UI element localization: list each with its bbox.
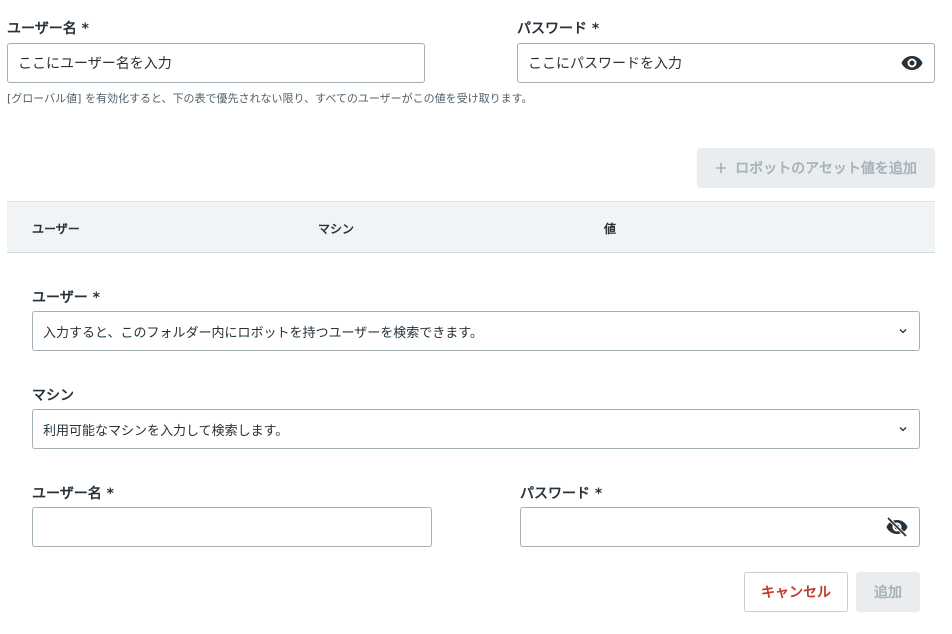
global-password-label: パスワード * [517, 21, 600, 37]
column-header-user: ユーザー [32, 222, 80, 236]
machine-select[interactable]: 利用可能なマシンを入力して検索します。 [32, 409, 920, 449]
row-username-input[interactable] [32, 507, 432, 547]
global-username-text: ここにユーザー名を入力 [18, 56, 172, 72]
machine-select-placeholder: 利用可能なマシンを入力して検索します。 [43, 423, 289, 439]
row-username-label: ユーザー名 * [32, 486, 114, 502]
chevron-down-icon [899, 427, 907, 432]
user-label: ユーザー * [32, 290, 100, 306]
row-password-label: パスワード * [520, 486, 603, 502]
global-password-input[interactable]: ここにパスワードを入力 [517, 43, 935, 83]
eye-icon[interactable] [900, 51, 924, 75]
column-header-value: 値 [604, 222, 617, 236]
column-header-machine: マシン [318, 222, 355, 236]
cancel-button[interactable]: キャンセル [744, 572, 848, 612]
user-select[interactable]: 入力すると、このフォルダー内にロボットを持つユーザーを検索できます。 [32, 311, 920, 351]
table-header: ユーザー マシン 値 [7, 201, 935, 253]
machine-label: マシン [32, 388, 74, 404]
global-username-input[interactable]: ここにユーザー名を入力 [7, 43, 425, 83]
add-robot-asset-value-label: ロボットのアセット値を追加 [735, 161, 917, 177]
global-username-label: ユーザー名 * [7, 21, 89, 37]
global-value-hint: [グローバル値] を有効化すると、下の表で優先されない限り、すべてのユーザーがこ… [7, 92, 533, 105]
add-button[interactable]: 追加 [856, 572, 920, 612]
global-password-text: ここにパスワードを入力 [528, 56, 682, 72]
chevron-down-icon [899, 329, 907, 334]
add-robot-asset-value-button[interactable]: ロボットのアセット値を追加 [697, 148, 935, 188]
plus-icon [716, 163, 727, 173]
row-password-input[interactable] [520, 507, 920, 547]
eye-off-icon[interactable] [885, 515, 909, 539]
user-select-placeholder: 入力すると、このフォルダー内にロボットを持つユーザーを検索できます。 [43, 325, 483, 341]
